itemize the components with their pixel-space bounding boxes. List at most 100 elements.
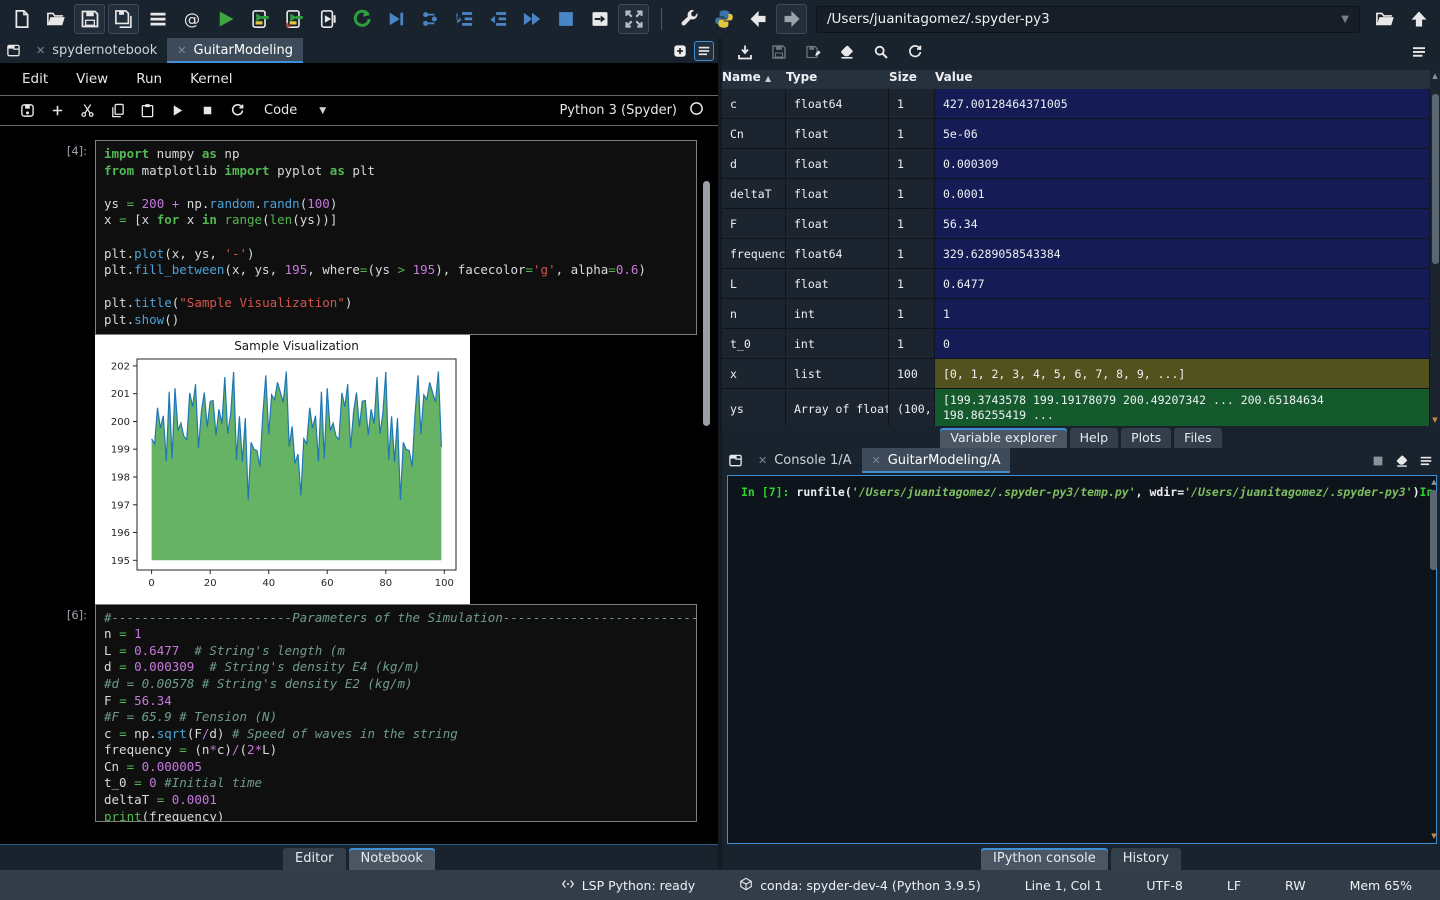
variable-row-d[interactable]: dfloat10.000309 xyxy=(722,149,1430,179)
ipython-console[interactable]: In [7]: runfile('/Users/juanitagomez/.sp… xyxy=(727,475,1437,844)
scroll-up-icon[interactable]: ▲ xyxy=(1430,72,1440,80)
working-directory-combo[interactable]: /Users/juanitagomez/.spyder-py3 ▼ xyxy=(816,6,1360,33)
column-header-type[interactable]: Type xyxy=(786,70,889,89)
close-icon[interactable]: ✕ xyxy=(177,44,186,57)
menu-kernel[interactable]: Kernel xyxy=(190,71,232,87)
add-cell-icon[interactable] xyxy=(44,99,70,123)
save-all-icon[interactable] xyxy=(108,4,139,34)
cell-type-select[interactable]: Code xyxy=(264,103,297,118)
variable-explorer-options-button[interactable] xyxy=(1406,40,1432,64)
variable-row-L[interactable]: Lfloat10.6477 xyxy=(722,269,1430,299)
go-up-icon[interactable] xyxy=(1403,4,1434,34)
console-options-icon[interactable] xyxy=(1416,451,1436,471)
close-icon[interactable]: ✕ xyxy=(758,454,767,467)
interrupt-kernel-icon[interactable] xyxy=(194,99,220,123)
fullscreen-icon[interactable] xyxy=(618,4,649,34)
column-header-name[interactable]: Name ▲ xyxy=(722,70,786,89)
open-dir-icon[interactable] xyxy=(1369,4,1400,34)
save-data-icon[interactable] xyxy=(766,40,792,64)
conda-env-status[interactable]: conda: spyder-dev-4 (Python 3.9.5) xyxy=(739,877,981,894)
browse-tabs-button[interactable] xyxy=(722,448,748,473)
notebook-options-button[interactable] xyxy=(694,41,714,61)
chevron-down-icon[interactable]: ▼ xyxy=(1341,14,1349,25)
notebook-body[interactable]: [4]:import numpy as npfrom matplotlib im… xyxy=(0,126,718,831)
scroll-up-icon[interactable]: ▲ xyxy=(1429,478,1439,486)
variable-row-n[interactable]: nint11 xyxy=(722,299,1430,329)
variable-row-F[interactable]: Ffloat156.34 xyxy=(722,209,1430,239)
menu-run[interactable]: Run xyxy=(136,71,162,87)
new-notebook-button[interactable] xyxy=(670,41,690,61)
variable-row-c[interactable]: cfloat641427.00128464371005 xyxy=(722,89,1430,119)
run-icon[interactable] xyxy=(210,4,241,34)
debug-cell-icon[interactable] xyxy=(414,4,445,34)
tab-ipython-console[interactable]: IPython console xyxy=(981,848,1108,870)
refresh-variables-icon[interactable] xyxy=(902,40,928,64)
tab-history[interactable]: History xyxy=(1111,848,1181,870)
python-path-manager-icon[interactable] xyxy=(708,4,739,34)
scrollbar-handle[interactable] xyxy=(1430,490,1437,570)
variable-row-deltaT[interactable]: deltaTfloat10.0001 xyxy=(722,179,1430,209)
maximize-pane-icon[interactable] xyxy=(584,4,615,34)
symbol-finder-icon[interactable]: @ xyxy=(176,4,207,34)
run-cell-advance-icon[interactable] xyxy=(278,4,309,34)
column-header-size[interactable]: Size xyxy=(889,70,935,89)
code-cell-editor[interactable]: #------------------------Parameters of t… xyxy=(95,604,697,822)
lsp-status[interactable]: LSP Python: ready xyxy=(561,877,695,894)
variable-table-scrollbar[interactable]: ▲ ▼ xyxy=(1430,70,1440,426)
console-scrollbar[interactable]: ▲ ▼ xyxy=(1429,478,1438,840)
variable-row-Cn[interactable]: Cnfloat15e-06 xyxy=(722,119,1430,149)
run-cell-white-icon[interactable] xyxy=(164,99,190,123)
code-cell-editor[interactable]: import numpy as npfrom matplotlib import… xyxy=(95,140,697,335)
menu-edit[interactable]: Edit xyxy=(22,71,48,87)
restart-debug-icon[interactable] xyxy=(346,4,377,34)
step-into-icon[interactable] xyxy=(448,4,479,34)
close-icon[interactable]: ✕ xyxy=(872,454,881,467)
close-icon[interactable]: ✕ xyxy=(36,44,45,57)
back-icon[interactable] xyxy=(742,4,773,34)
run-cell-icon[interactable] xyxy=(244,4,275,34)
preferences-icon[interactable] xyxy=(674,4,705,34)
variable-row-x[interactable]: xlist100[0, 1, 2, 3, 4, 5, 6, 7, 8, 9, .… xyxy=(722,359,1430,389)
run-selection-icon[interactable] xyxy=(312,4,343,34)
save-icon[interactable] xyxy=(74,4,105,34)
tab-notebook[interactable]: Notebook xyxy=(349,848,435,870)
import-data-icon[interactable] xyxy=(732,40,758,64)
search-variable-icon[interactable] xyxy=(868,40,894,64)
menu-view[interactable]: View xyxy=(76,71,108,87)
debug-file-icon[interactable] xyxy=(380,4,411,34)
notebook-scrollbar[interactable] xyxy=(703,181,710,426)
tab-variable-explorer[interactable]: Variable explorer xyxy=(940,428,1066,448)
editor-tab-spydernotebook[interactable]: ✕spydernotebook xyxy=(26,38,167,63)
continue-execution-icon[interactable] xyxy=(516,4,547,34)
editor-tab-guitarmodeling[interactable]: ✕GuitarModeling xyxy=(167,38,303,63)
open-file-icon[interactable] xyxy=(40,4,71,34)
cut-cells-icon[interactable] xyxy=(74,99,100,123)
variable-row-frequency[interactable]: frequencyfloat641329.6289058543384 xyxy=(722,239,1430,269)
tab-plots[interactable]: Plots xyxy=(1121,428,1171,448)
console-tab-guitarmodeling-a[interactable]: ✕GuitarModeling/A xyxy=(862,448,1011,473)
forward-icon[interactable] xyxy=(776,4,807,34)
chevron-down-icon[interactable]: ▼ xyxy=(319,106,326,116)
restart-kernel-white-icon[interactable] xyxy=(224,99,250,123)
copy-cells-icon[interactable] xyxy=(104,99,130,123)
scroll-down-icon[interactable]: ▼ xyxy=(1430,416,1440,424)
new-file-icon[interactable] xyxy=(6,4,37,34)
tab-files[interactable]: Files xyxy=(1174,428,1221,448)
file-switcher-icon[interactable] xyxy=(142,4,173,34)
tab-help[interactable]: Help xyxy=(1070,428,1119,448)
scroll-down-icon[interactable]: ▼ xyxy=(1429,832,1439,840)
inspect-square-icon[interactable] xyxy=(1368,451,1388,471)
save-notebook-icon[interactable] xyxy=(14,99,40,123)
paste-cells-icon[interactable] xyxy=(134,99,160,123)
remove-variable-icon[interactable] xyxy=(834,40,860,64)
console-tab-console-1-a[interactable]: ✕Console 1/A xyxy=(748,448,862,473)
remove-console-icon[interactable] xyxy=(1392,451,1412,471)
column-header-value[interactable]: Value xyxy=(935,70,1430,89)
step-return-icon[interactable] xyxy=(482,4,513,34)
variable-row-t_0[interactable]: t_0int10 xyxy=(722,329,1430,359)
scrollbar-handle[interactable] xyxy=(1432,94,1439,264)
stop-debug-icon[interactable] xyxy=(550,4,581,34)
browse-tabs-button[interactable] xyxy=(0,38,26,63)
tab-editor[interactable]: Editor xyxy=(283,848,345,870)
variable-row-ys[interactable]: ysArray of float64(100,)[199.3743578 199… xyxy=(722,389,1430,426)
